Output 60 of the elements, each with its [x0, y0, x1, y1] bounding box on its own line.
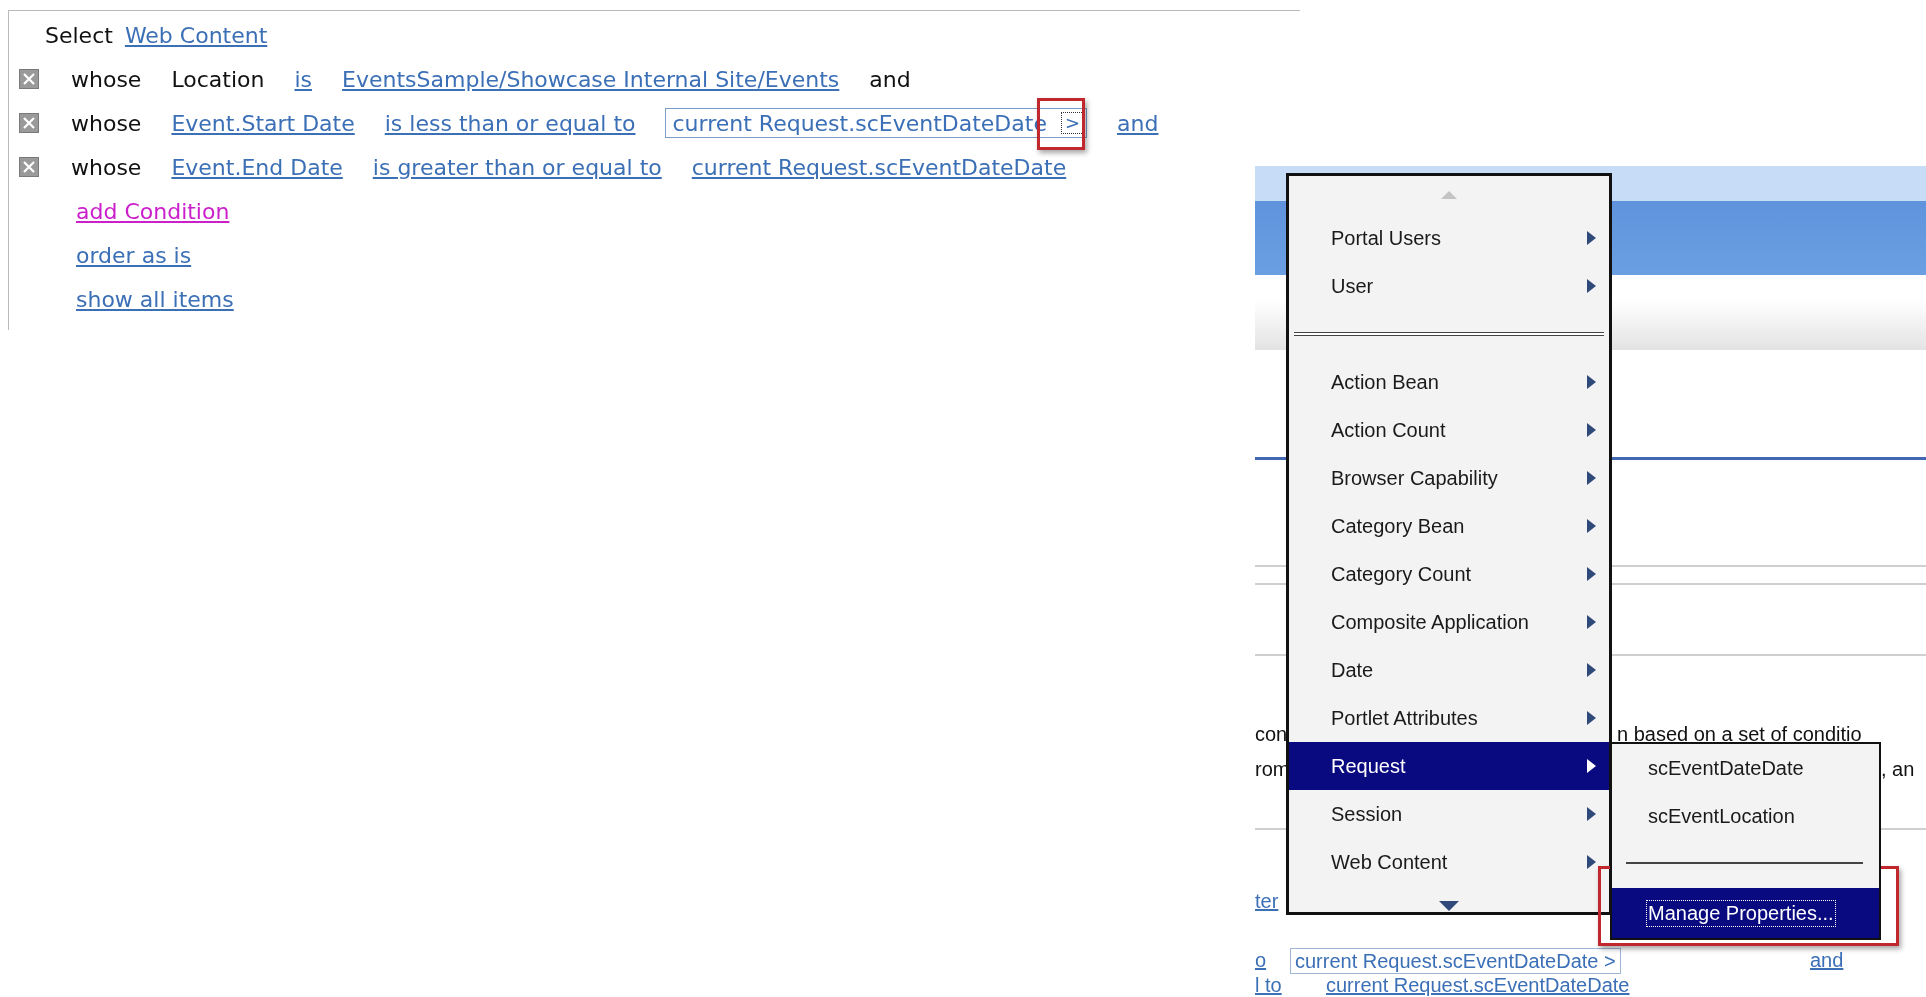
condition-keyword: whose [71, 66, 142, 92]
action-link[interactable]: show all items [76, 286, 234, 312]
menu-item[interactable]: Portal Users [1289, 214, 1609, 262]
menu-item[interactable]: Category Count [1289, 550, 1609, 598]
page-text: con [1255, 722, 1288, 746]
condition-link[interactable]: Event.End Date [171, 154, 343, 180]
menu-item[interactable]: Web Content [1289, 838, 1609, 886]
submenu-arrow-icon [1586, 278, 1597, 294]
menu-item[interactable]: Action Count [1289, 406, 1609, 454]
scroll-down-icon [1438, 900, 1460, 912]
submenu-arrow-icon [1586, 614, 1597, 630]
menu-item[interactable]: Action Bean [1289, 358, 1609, 406]
page-link[interactable]: ter [1255, 889, 1279, 913]
menu-item[interactable]: scEventDateDate [1612, 744, 1879, 792]
page-link[interactable]: and [1810, 948, 1844, 972]
menu-item[interactable]: Portlet Attributes [1289, 694, 1609, 742]
submenu-arrow-icon [1586, 374, 1597, 390]
page-text: n based on a set of conditio [1617, 722, 1862, 746]
content-type-link[interactable]: Web Content [124, 22, 268, 48]
submenu-arrow-icon [1586, 518, 1597, 534]
action-link[interactable]: order as is [76, 242, 192, 268]
menu-item[interactable]: scEventLocation [1612, 792, 1879, 840]
page-link[interactable]: o [1255, 948, 1267, 972]
condition-text: Location [171, 66, 265, 92]
menu-item[interactable]: Manage Properties... [1612, 888, 1879, 938]
submenu-arrow-icon [1586, 470, 1597, 486]
submenu-arrow-icon [1586, 758, 1597, 774]
page-text: , an [1881, 757, 1915, 781]
condition-link[interactable]: EventsSample/Showcase Internal Site/Events [342, 66, 840, 92]
menu-item[interactable]: Category Bean [1289, 502, 1609, 550]
submenu-arrow-icon [1586, 710, 1597, 726]
remove-icon[interactable] [19, 113, 39, 133]
submenu-arrow-icon [1586, 806, 1597, 822]
action-link[interactable]: add Condition [76, 198, 230, 224]
menu-item[interactable]: Browser Capability [1289, 454, 1609, 502]
value-field[interactable]: current Request.scEventDateDate > [1290, 948, 1621, 974]
condition-link[interactable]: current Request.scEventDateDate [691, 154, 1067, 180]
condition-link[interactable]: is less than or equal to [384, 110, 636, 136]
remove-icon[interactable] [19, 157, 39, 177]
select-label: Select [45, 22, 113, 48]
menu-item[interactable]: Date [1289, 646, 1609, 694]
submenu-arrow-icon [1586, 662, 1597, 678]
condition-link[interactable]: and [1117, 110, 1159, 136]
page-link[interactable]: current Request.scEventDateDate [1326, 973, 1630, 997]
menu-item[interactable]: Session [1289, 790, 1609, 838]
menu-item[interactable]: Request [1289, 742, 1609, 790]
remove-icon[interactable] [19, 69, 39, 89]
condition-link[interactable]: is [294, 66, 313, 92]
submenu-arrow-icon [1586, 854, 1597, 870]
condition-link[interactable]: Event.Start Date [171, 110, 355, 136]
page-link[interactable]: l to [1255, 973, 1282, 997]
condition-text: and [869, 66, 911, 92]
menu-item[interactable]: User [1289, 262, 1609, 310]
submenu-arrow-icon [1586, 422, 1597, 438]
submenu-arrow-icon [1586, 230, 1597, 246]
condition-keyword: whose [71, 154, 142, 180]
condition-keyword: whose [71, 110, 142, 136]
submenu-arrow-icon [1586, 566, 1597, 582]
menu-item[interactable]: Composite Application [1289, 598, 1609, 646]
condition-link[interactable]: is greater than or equal to [372, 154, 662, 180]
